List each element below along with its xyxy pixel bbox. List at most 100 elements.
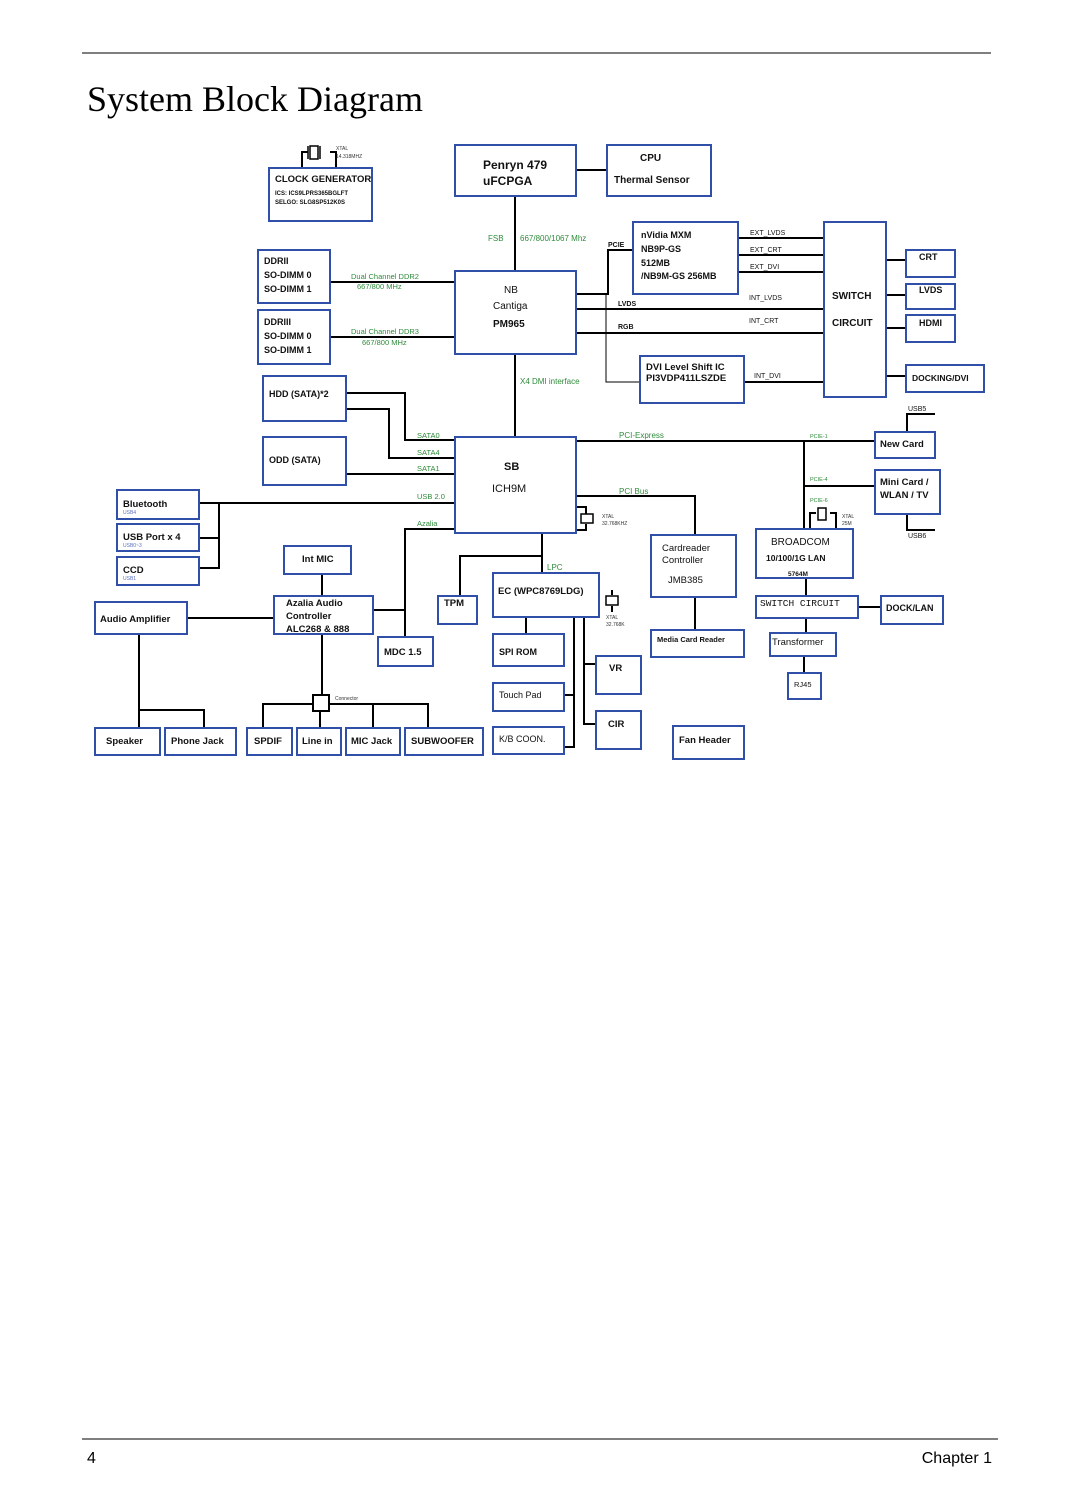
- svg-text:USB0~3: USB0~3: [123, 543, 142, 549]
- svg-text:WLAN / TV: WLAN / TV: [880, 490, 929, 501]
- footer-rule: [82, 1438, 998, 1440]
- pcie-label: PCIE: [608, 242, 625, 249]
- audio-amplifier-block: Audio Amplifier: [94, 601, 188, 635]
- svg-text:LVDS: LVDS: [919, 285, 942, 295]
- pci-bus-label: PCI Bus: [619, 487, 648, 496]
- ec-xtal-label: XTAL: [606, 615, 618, 621]
- page-number: 4: [87, 1450, 96, 1467]
- jack-wires: [262, 703, 429, 728]
- svg-text:EC (WPC8769LDG): EC (WPC8769LDG): [498, 586, 584, 597]
- phone-jack-block: Phone Jack: [164, 727, 237, 756]
- svg-text:CRT: CRT: [919, 252, 938, 262]
- speaker-block: Speaker: [94, 727, 161, 756]
- svg-text:USB Port x 4: USB Port x 4: [123, 532, 181, 543]
- lan-switch-circuit-block: SWITCH CIRCUIT: [755, 595, 859, 619]
- clock-xtal-icon: [309, 145, 319, 160]
- svg-text:PM965: PM965: [493, 319, 525, 330]
- azalia-label: Azalia: [417, 519, 438, 528]
- svg-text:SO-DIMM 1: SO-DIMM 1: [264, 345, 312, 355]
- svg-text:DOCK/LAN: DOCK/LAN: [886, 603, 934, 613]
- svg-text:New Card: New Card: [880, 439, 924, 450]
- mdc-block: MDC 1.5: [377, 636, 434, 667]
- usb20-label: USB 2.0: [417, 492, 445, 501]
- pci-bus-wire: [576, 495, 696, 535]
- svg-text:Fan Header: Fan Header: [679, 735, 731, 746]
- ext-crt-label: EXT_CRT: [750, 247, 782, 254]
- svg-text:ALC268 & 888: ALC268 & 888: [286, 624, 349, 635]
- lvds-block: LVDS: [905, 283, 956, 310]
- pcie1-label: PCIE-1: [810, 434, 828, 440]
- svg-text:Line in: Line in: [302, 736, 333, 747]
- broadcom-lan-block: BROADCOM 10/100/1G LAN 5764M: [755, 528, 854, 579]
- docking-dvi-block: DOCKING/DVI: [905, 364, 985, 393]
- svg-text:TPM: TPM: [444, 598, 464, 609]
- lan-xtal-wire: [809, 512, 837, 529]
- cpu-block: Penryn 479 uFCPGA: [454, 144, 577, 197]
- kbc-wire: [565, 617, 575, 748]
- clock-xtal-label: XTAL: [336, 146, 348, 152]
- lan-xtal-label: XTAL: [842, 514, 854, 520]
- gpu-block: nVidia MXM NB9P-GS 512MB /NB9M-GS 256MB: [632, 221, 739, 295]
- svg-text:PI3VDP411LSZDE: PI3VDP411LSZDE: [646, 373, 726, 384]
- svg-text:SO-DIMM 0: SO-DIMM 0: [264, 270, 312, 280]
- spdif-block: SPDIF: [246, 727, 293, 756]
- int-lvds-label: INT_LVDS: [749, 295, 782, 302]
- fsb-speed-label: 667/800/1067 Mhz: [520, 234, 586, 243]
- usb-port-block: USB Port x 4 USB0~3: [116, 523, 200, 552]
- fsb-label: FSB: [488, 234, 504, 243]
- int-crt-label: INT_CRT: [749, 318, 779, 325]
- clock-xtal-wire: [301, 151, 337, 168]
- chapter-label: Chapter 1: [921, 1450, 992, 1467]
- svg-text:5764M: 5764M: [788, 571, 808, 578]
- svg-text:Controller: Controller: [286, 611, 332, 622]
- svg-text:USB1: USB1: [123, 576, 136, 582]
- cir-block: CIR: [595, 710, 642, 750]
- pcie4-label: PCIE-4: [810, 477, 828, 483]
- svg-text:JMB385: JMB385: [668, 575, 703, 586]
- ddr2-bus-label: Dual Channel DDR2: [351, 272, 419, 281]
- rgb-label: RGB: [618, 324, 634, 331]
- svg-text:MIC Jack: MIC Jack: [351, 736, 393, 747]
- odd-block: ODD (SATA): [262, 436, 347, 486]
- kb-connector-block: K/B COON.: [492, 726, 565, 755]
- spi-rom-block: SPI ROM: [492, 633, 565, 667]
- thermal-sensor-block: CPU Thermal Sensor: [606, 144, 712, 197]
- lpc-label: LPC: [547, 563, 563, 572]
- svg-text:SUBWOOFER: SUBWOOFER: [411, 736, 474, 747]
- ddr2-block: DDRII SO-DIMM 0 SO-DIMM 1: [257, 249, 331, 304]
- svg-text:K/B COON.: K/B COON.: [499, 734, 546, 744]
- svg-text:Azalia Audio: Azalia Audio: [286, 598, 343, 609]
- svg-text:DVI Level Shift IC: DVI Level Shift IC: [646, 362, 725, 373]
- usb5-wire: [906, 413, 935, 432]
- mic-jack-block: MIC Jack: [345, 727, 401, 756]
- svg-text:VR: VR: [609, 663, 622, 674]
- svg-text:512MB: 512MB: [641, 258, 671, 268]
- connector-label: Connector: [335, 696, 358, 702]
- sata1-label: SATA1: [417, 464, 440, 473]
- mini-card-block: Mini Card / WLAN / TV: [874, 469, 941, 515]
- svg-text:ODD (SATA): ODD (SATA): [269, 455, 321, 465]
- vr-cir-wire: [583, 617, 596, 725]
- svg-text:CCD: CCD: [123, 565, 144, 576]
- media-card-reader-block: Media Card Reader: [650, 629, 745, 658]
- ddr3-block: DDRIII SO-DIMM 0 SO-DIMM 1: [257, 309, 331, 365]
- touch-pad-block: Touch Pad: [492, 682, 565, 712]
- transformer-block: Transformer: [769, 632, 837, 657]
- svg-text:Speaker: Speaker: [106, 736, 143, 747]
- sata0-label: SATA0: [417, 431, 440, 440]
- ddr3-speed-label: 667/800 MHz: [362, 338, 407, 347]
- new-card-block: New Card: [874, 431, 936, 459]
- sb-xtal-freq: 32.768KHZ: [602, 521, 627, 527]
- svg-text:ICH9M: ICH9M: [492, 483, 526, 495]
- svg-text:NB: NB: [504, 285, 518, 296]
- tpm-block: TPM: [437, 595, 478, 625]
- svg-text:Bluetooth: Bluetooth: [123, 499, 168, 510]
- clock-generator-block: CLOCK GENERATOR ICS: ICS9LPRS365BGLFT SE…: [268, 167, 373, 222]
- speaker-wire: [138, 634, 205, 728]
- svg-text:Touch Pad: Touch Pad: [499, 690, 542, 700]
- sata4-label: SATA4: [417, 448, 440, 457]
- switch-circuit-block: SWITCH CIRCUIT: [823, 221, 887, 398]
- svg-text:Controller: Controller: [662, 555, 703, 566]
- connector-icon: [312, 694, 330, 712]
- svg-text:SPI ROM: SPI ROM: [499, 647, 537, 657]
